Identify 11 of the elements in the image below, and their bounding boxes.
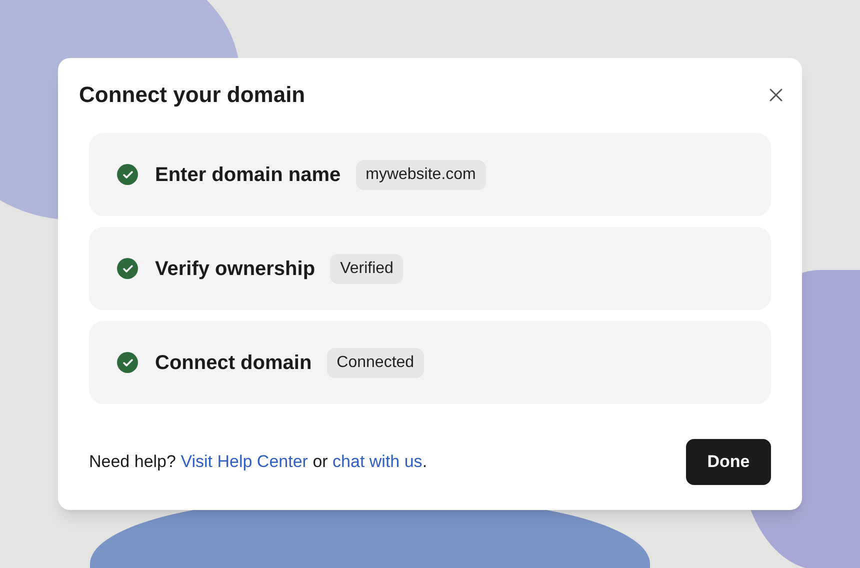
status-tag: mywebsite.com: [356, 160, 486, 190]
chat-link[interactable]: chat with us: [332, 452, 422, 472]
status-tag: Connected: [326, 348, 424, 378]
done-button[interactable]: Done: [686, 439, 771, 485]
help-text: Need help? Visit Help Center or chat with us.: [89, 451, 428, 474]
step-label: Enter domain name: [155, 162, 341, 188]
status-tag: Verified: [330, 254, 404, 284]
dialog-title: Connect your domain: [79, 81, 306, 109]
step-label: Verify ownership: [155, 256, 316, 282]
help-center-link[interactable]: Visit Help Center: [180, 452, 308, 472]
step-label: Connect domain: [155, 350, 312, 376]
